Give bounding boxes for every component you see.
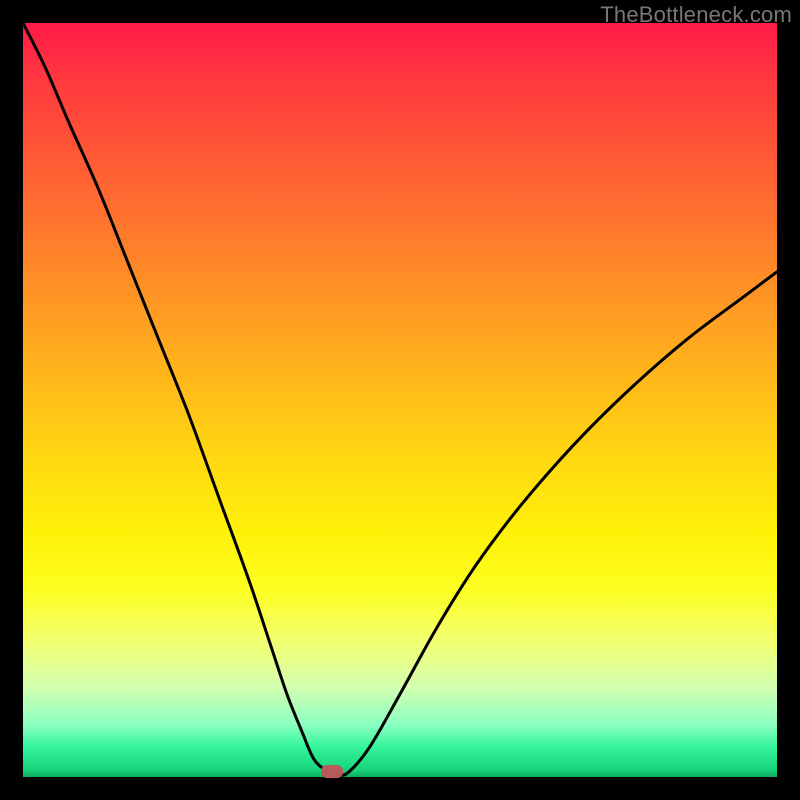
chart-frame: TheBottleneck.com bbox=[0, 0, 800, 800]
bottleneck-curve bbox=[23, 23, 777, 777]
optimum-marker bbox=[321, 765, 343, 778]
watermark-text: TheBottleneck.com bbox=[600, 2, 792, 28]
chart-plot-area bbox=[23, 23, 777, 777]
